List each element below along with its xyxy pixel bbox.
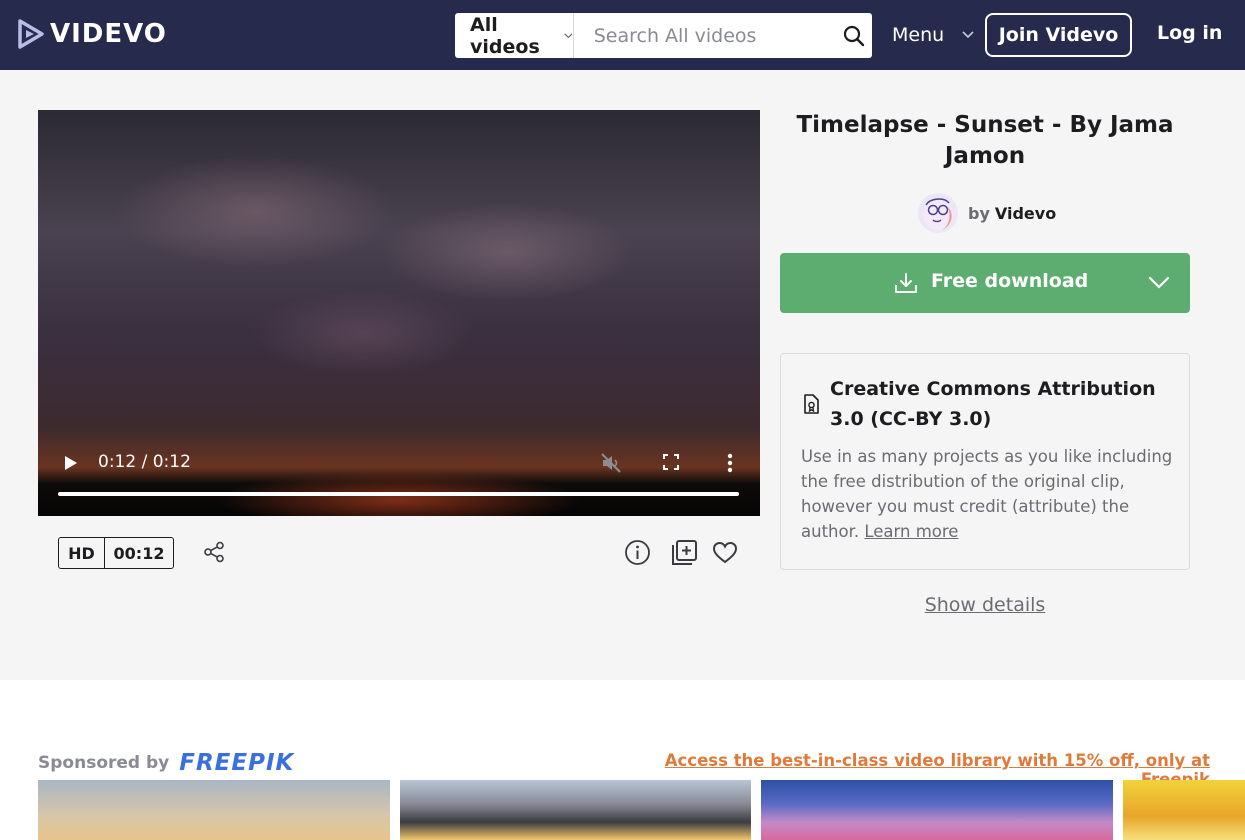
menu-label: Menu (892, 24, 945, 46)
video-meta-badge: HD 00:12 (58, 537, 174, 569)
search-icon (844, 25, 865, 46)
license-description: Use in as many projects as you like incl… (801, 444, 1176, 544)
top-header: VIDEVO All videos Menu Join Videvo Log i… (0, 0, 1245, 70)
chevron-down-icon (962, 31, 974, 39)
chevron-down-icon (564, 32, 573, 38)
login-link[interactable]: Log in (1157, 22, 1222, 44)
sponsored-thumbnail[interactable] (400, 780, 751, 840)
author-info[interactable]: by Videvo (918, 193, 1056, 233)
search-input[interactable] (573, 13, 837, 58)
more-options-icon[interactable] (726, 452, 734, 474)
join-button[interactable]: Join Videvo (985, 13, 1132, 57)
video-controls: 0:12 / 0:12 (38, 436, 760, 516)
download-icon (895, 273, 917, 293)
videvo-logo[interactable]: VIDEVO (18, 19, 167, 49)
license-card: Creative Commons Attribution 3.0 (CC-BY … (780, 353, 1190, 570)
learn-more-link[interactable]: Learn more (864, 522, 958, 541)
sponsored-thumbnail[interactable] (1123, 780, 1245, 840)
license-title: Creative Commons Attribution 3.0 (CC-BY … (830, 378, 1156, 430)
avatar-face-icon (923, 198, 953, 230)
video-time: 0:12 / 0:12 (98, 452, 191, 472)
search-category-label: All videos (470, 13, 540, 58)
sponsored-thumbnail[interactable] (38, 780, 390, 840)
menu-dropdown[interactable]: Menu (892, 22, 974, 48)
heart-icon[interactable] (712, 541, 738, 565)
logo-text: VIDEVO (50, 19, 167, 49)
quality-badge: HD (59, 538, 105, 568)
show-details-link[interactable]: Show details (780, 594, 1190, 616)
info-icon[interactable] (624, 539, 651, 566)
duration-badge: 00:12 (113, 543, 165, 563)
license-document-icon (804, 394, 819, 414)
share-icon[interactable] (203, 541, 225, 563)
video-progress-bar[interactable] (58, 492, 739, 496)
license-text: Use in as many projects as you like incl… (801, 447, 1173, 541)
sponsored-section: Sponsored by FREEPIK (38, 750, 294, 776)
video-title: Timelapse - Sunset - By Jama Jamon (796, 112, 1174, 169)
fullscreen-icon[interactable] (663, 454, 679, 470)
by-label: by (968, 203, 990, 223)
add-to-collection-icon[interactable] (671, 539, 698, 566)
freepik-logo[interactable]: FREEPIK (179, 750, 294, 776)
download-label: Free download (931, 270, 1089, 292)
search-category-select[interactable]: All videos (455, 13, 574, 58)
play-icon[interactable] (64, 455, 78, 471)
free-download-button[interactable]: Free download (780, 253, 1190, 313)
mute-icon[interactable] (600, 452, 622, 474)
search-bar: All videos (455, 13, 872, 58)
chevron-down-icon[interactable] (1148, 276, 1170, 290)
sponsored-label: Sponsored by (38, 753, 170, 773)
avatar (918, 193, 958, 233)
author-name[interactable]: Videvo (995, 204, 1056, 223)
videvo-logo-icon (18, 19, 44, 49)
main-content: 0:12 / 0:12 HD 00:12 Timelapse - Sunset … (0, 70, 1245, 680)
sponsored-thumbnail[interactable] (761, 780, 1113, 840)
search-button[interactable] (837, 13, 872, 58)
video-player[interactable]: 0:12 / 0:12 (38, 110, 760, 516)
